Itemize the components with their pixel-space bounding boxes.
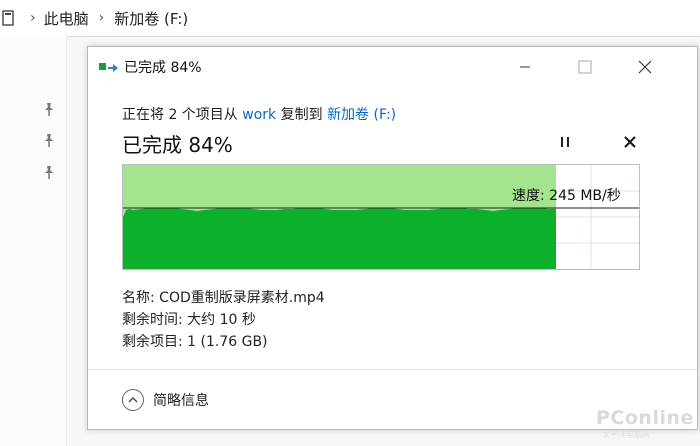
source-folder-link[interactable]: work <box>242 107 276 123</box>
maximize-button[interactable] <box>562 47 608 87</box>
pause-icon[interactable] <box>558 135 572 149</box>
items-remaining-label: 剩余项目: 1 (1.76 GB) <box>122 334 268 350</box>
close-button[interactable] <box>622 47 668 87</box>
address-bar[interactable]: › 此电脑 › 新加卷 (F:) <box>0 0 700 37</box>
speed-graph-canvas <box>123 165 639 269</box>
chevron-up-icon <box>122 389 144 411</box>
copy-status-line: 正在将 2 个项目从 work 复制到 新加卷 (F:) <box>122 104 396 124</box>
pin-icon[interactable] <box>43 102 55 116</box>
breadcrumb-this-pc[interactable]: 此电脑 <box>44 8 89 29</box>
this-pc-icon <box>2 10 14 26</box>
cancel-copy-icon[interactable] <box>623 135 637 149</box>
navigation-pane <box>0 36 67 446</box>
divider <box>88 369 697 370</box>
watermark-subtitle: 太平洋电脑网 <box>602 430 650 439</box>
copy-progress-dialog: 已完成 84% 正在将 2 个项目从 work 复制到 新加卷 (F:) 已完成… <box>87 46 698 430</box>
progress-headline: 已完成 84% <box>122 133 233 157</box>
fewer-details-button[interactable]: 简略信息 <box>122 389 209 411</box>
status-prefix: 正在将 2 个项目从 <box>122 107 243 123</box>
transfer-speed-graph <box>122 164 640 270</box>
status-middle: 复制到 <box>276 107 328 123</box>
minimize-icon <box>520 66 530 68</box>
destination-folder-link[interactable]: 新加卷 (F:) <box>327 107 396 123</box>
breadcrumb-drive-f[interactable]: 新加卷 (F:) <box>114 8 188 29</box>
title-bar[interactable]: 已完成 84% <box>88 47 697 87</box>
close-icon <box>638 60 652 74</box>
breadcrumb-separator: › <box>98 10 105 26</box>
file-name-label: 名称: COD重制版录屏素材.mp4 <box>122 290 325 306</box>
breadcrumb-separator: › <box>30 10 36 26</box>
maximize-icon <box>578 60 592 74</box>
copy-file-icon <box>99 63 118 72</box>
watermark-brand: PConline <box>596 407 694 429</box>
pin-icon[interactable] <box>43 165 55 179</box>
window-title: 已完成 84% <box>124 60 202 76</box>
pin-icon[interactable] <box>43 133 55 147</box>
minimize-button[interactable] <box>502 47 548 87</box>
fewer-details-label: 简略信息 <box>153 393 209 409</box>
speed-area <box>123 208 556 269</box>
speed-label: 速度: 245 MB/秒 <box>512 188 621 204</box>
time-remaining-label: 剩余时间: 大约 10 秒 <box>122 312 256 328</box>
